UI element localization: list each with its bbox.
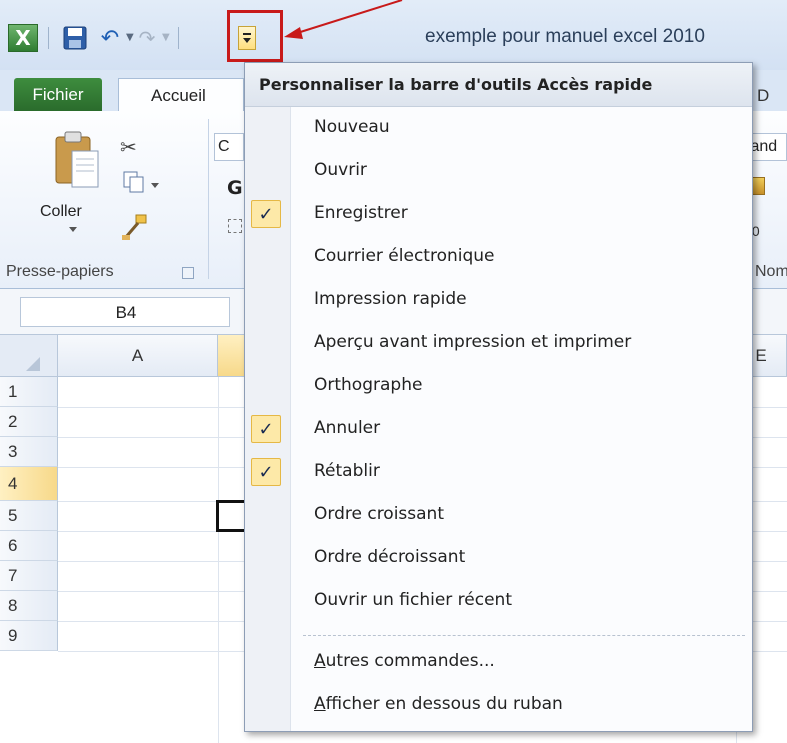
font-name-field[interactable]: C bbox=[214, 133, 244, 161]
tab-file[interactable]: Fichier bbox=[14, 78, 102, 111]
menu-item-label: Impression rapide bbox=[314, 289, 467, 309]
format-painter-icon[interactable] bbox=[120, 213, 148, 241]
check-icon: ✓ bbox=[251, 458, 281, 486]
menu-item-open[interactable]: ✓ Ouvrir bbox=[245, 150, 752, 192]
menu-separator bbox=[303, 635, 745, 636]
menu-item-open-recent[interactable]: ✓ Ouvrir un fichier récent bbox=[245, 580, 752, 622]
toolbar-separator bbox=[178, 27, 179, 49]
menu-header: Personnaliser la barre d'outils Accès ra… bbox=[245, 63, 752, 107]
clipboard-group-label: Presse-papiers bbox=[6, 263, 114, 280]
window-title: exemple pour manuel excel 2010 bbox=[425, 26, 705, 47]
label-rest: fficher en dessous du ruban bbox=[325, 694, 563, 714]
row-header[interactable]: 1 bbox=[0, 377, 58, 407]
row-header[interactable]: 3 bbox=[0, 437, 58, 467]
row-header[interactable]: 7 bbox=[0, 561, 58, 591]
currency-format-icon[interactable] bbox=[751, 177, 765, 195]
select-all-button[interactable] bbox=[0, 335, 58, 377]
check-icon: ✓ bbox=[251, 415, 281, 443]
menu-item-undo[interactable]: ✓ Annuler bbox=[245, 408, 752, 450]
tab-partial[interactable]: D bbox=[757, 86, 769, 106]
menu-item-label: Ouvrir bbox=[314, 160, 367, 180]
menu-item-redo[interactable]: ✓ Rétablir bbox=[245, 451, 752, 493]
tab-home[interactable]: Accueil bbox=[118, 78, 244, 112]
column-header-a[interactable]: A bbox=[58, 335, 218, 377]
highlight-annotation-box bbox=[227, 10, 283, 62]
menu-item-label: Annuler bbox=[314, 418, 381, 438]
redo-icon[interactable]: ↷ bbox=[136, 25, 158, 51]
save-icon[interactable] bbox=[60, 25, 90, 51]
menu-item-label: Orthographe bbox=[314, 375, 423, 395]
menu-item-email[interactable]: ✓ Courrier électronique bbox=[245, 236, 752, 278]
row-header[interactable]: 5 bbox=[0, 501, 58, 531]
paste-dropdown-icon[interactable] bbox=[69, 227, 77, 232]
menu-item-label: Autres commandes... bbox=[314, 651, 495, 671]
check-icon: ✓ bbox=[251, 200, 281, 228]
menu-item-more-commands[interactable]: Autres commandes... bbox=[245, 641, 752, 683]
row-header[interactable]: 9 bbox=[0, 621, 58, 651]
menu-item-quick-print[interactable]: ✓ Impression rapide bbox=[245, 279, 752, 321]
menu-item-sort-descending[interactable]: ✓ Ordre décroissant bbox=[245, 537, 752, 579]
menu-item-save[interactable]: ✓ Enregistrer bbox=[245, 193, 752, 235]
row-header[interactable]: 6 bbox=[0, 531, 58, 561]
title-bar: X ↶ ▼ ↷ ▼ exemple pour manuel excel 2010 bbox=[0, 0, 787, 70]
bold-icon[interactable]: G bbox=[227, 177, 243, 199]
group-separator bbox=[208, 119, 209, 279]
copy-dropdown-icon[interactable] bbox=[151, 183, 159, 188]
menu-item-label: Rétablir bbox=[314, 461, 380, 481]
excel-app-icon[interactable]: X bbox=[8, 24, 38, 52]
grid-line bbox=[218, 377, 219, 743]
redo-dropdown-icon[interactable]: ▼ bbox=[162, 32, 170, 43]
customize-qat-menu: Personnaliser la barre d'outils Accès ra… bbox=[244, 62, 753, 732]
number-group-label: Nom bbox=[755, 263, 787, 280]
border-icon[interactable] bbox=[228, 219, 242, 233]
undo-dropdown-icon[interactable]: ▼ bbox=[126, 32, 134, 43]
dialog-launcher-icon[interactable] bbox=[182, 267, 194, 279]
toolbar-separator bbox=[48, 27, 49, 49]
undo-icon[interactable]: ↶ bbox=[96, 25, 124, 51]
menu-item-label: Ordre croissant bbox=[314, 504, 444, 524]
menu-item-label: Ouvrir un fichier récent bbox=[314, 590, 512, 610]
name-box[interactable]: B4 bbox=[20, 297, 230, 327]
menu-item-spelling[interactable]: ✓ Orthographe bbox=[245, 365, 752, 407]
menu-item-sort-ascending[interactable]: ✓ Ordre croissant bbox=[245, 494, 752, 536]
menu-item-label: Aperçu avant impression et imprimer bbox=[314, 332, 632, 352]
select-all-icon bbox=[26, 357, 40, 371]
label-rest: utres commandes... bbox=[325, 651, 495, 671]
cut-icon[interactable]: ✂ bbox=[120, 135, 137, 159]
row-header[interactable]: 2 bbox=[0, 407, 58, 437]
menu-item-label: Ordre décroissant bbox=[314, 547, 466, 567]
menu-item-label: Nouveau bbox=[314, 117, 390, 137]
access-key: A bbox=[314, 651, 326, 671]
copy-icon[interactable] bbox=[123, 171, 145, 193]
paste-icon[interactable] bbox=[52, 129, 102, 191]
row-header[interactable]: 8 bbox=[0, 591, 58, 621]
row-header-active[interactable]: 4 bbox=[0, 467, 58, 501]
name-box-value: B4 bbox=[115, 303, 137, 322]
menu-item-show-below-ribbon[interactable]: Afficher en dessous du ruban bbox=[245, 684, 752, 726]
access-key: A bbox=[314, 694, 326, 714]
menu-item-label: Afficher en dessous du ruban bbox=[314, 694, 563, 714]
menu-item-label: Enregistrer bbox=[314, 203, 408, 223]
menu-item-new[interactable]: ✓ Nouveau bbox=[245, 107, 752, 149]
menu-item-label: Courrier électronique bbox=[314, 246, 495, 266]
paste-label[interactable]: Coller bbox=[40, 203, 82, 221]
menu-item-print-preview[interactable]: ✓ Aperçu avant impression et imprimer bbox=[245, 322, 752, 364]
